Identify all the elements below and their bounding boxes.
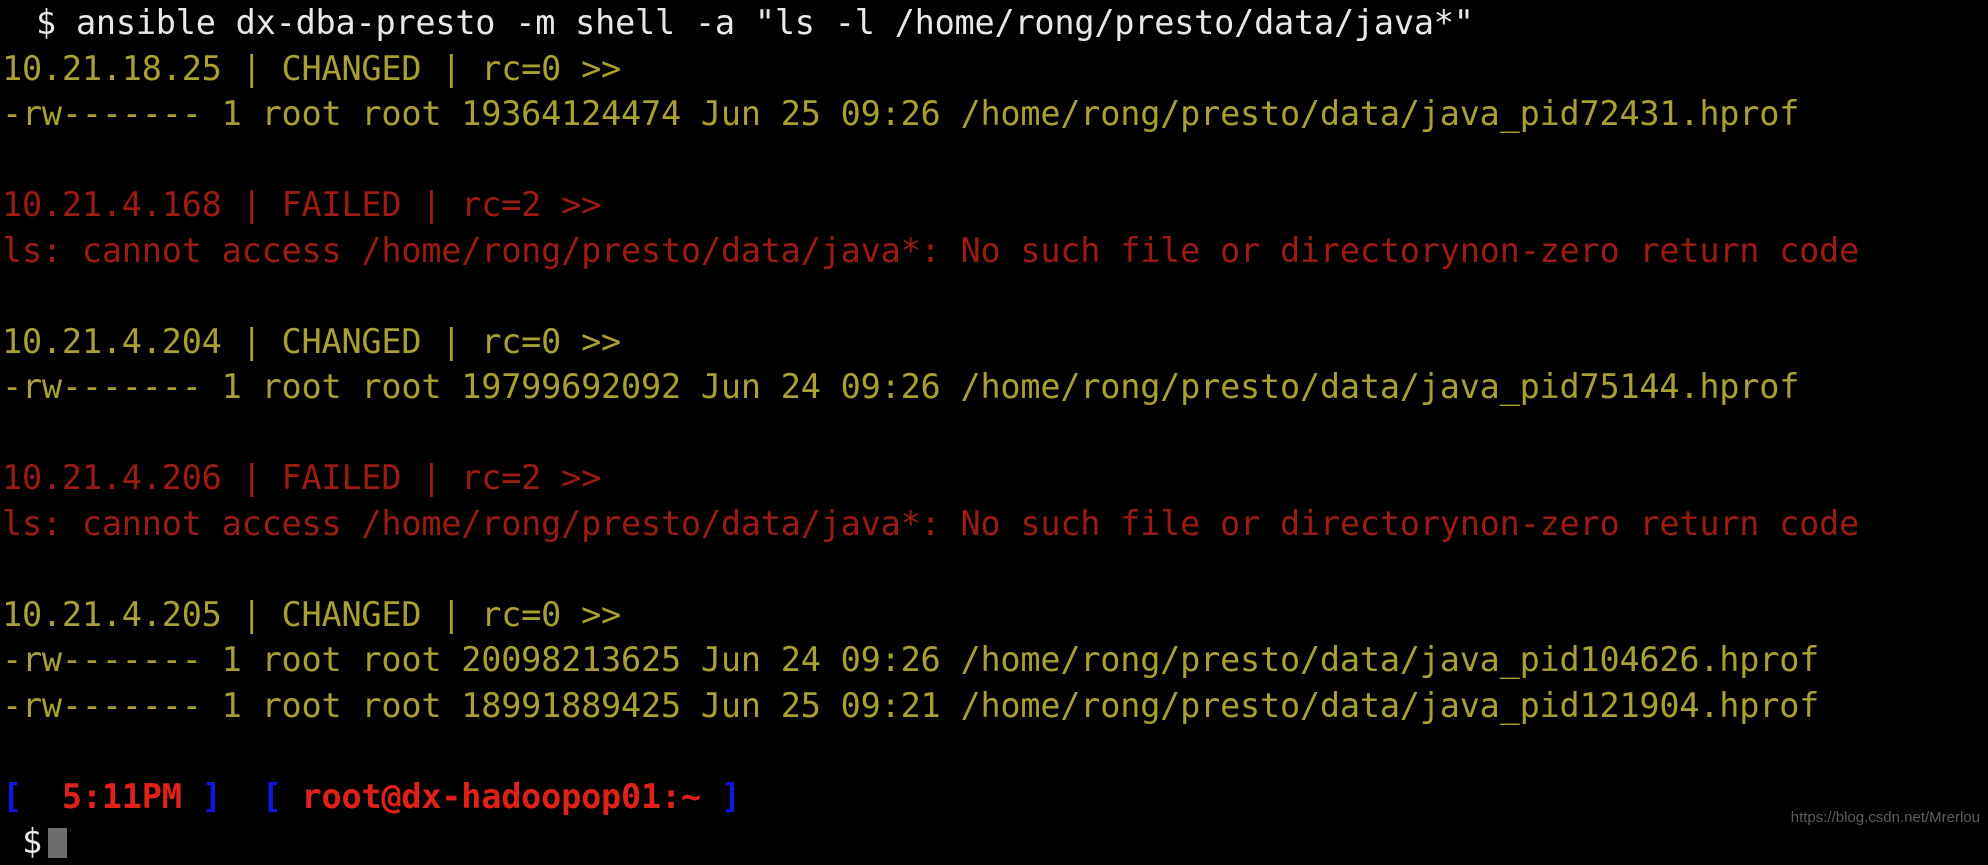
host-result-line: -rw------- 1 root root 20098213625 Jun 2…	[2, 640, 1820, 679]
command-input-line[interactable]: $	[0, 819, 1988, 865]
host-result-line: ls: cannot access /home/rong/presto/data…	[2, 503, 1860, 543]
prompt-time: 5:11PM	[61, 776, 182, 816]
prompt-close-bracket-2: ]	[720, 776, 741, 816]
prompt-open-bracket: [	[2, 776, 22, 816]
command-sigil: $	[36, 3, 56, 42]
prompt-close-bracket: ]	[201, 776, 222, 816]
shell-prompt: [ 5:11PM ] [ root@dx-hadoopop01:~ ]	[0, 774, 1988, 820]
host-result-header: 10.21.18.25 | CHANGED | rc=0 >>	[2, 48, 622, 88]
host-result-line: -rw------- 1 root root 18991889425 Jun 2…	[2, 685, 1820, 725]
watermark: https://blog.csdn.net/Mrerlou	[1790, 809, 1980, 826]
host-result-header: 10.21.4.204 | CHANGED | rc=0 >>	[2, 321, 622, 361]
terminal-window[interactable]: $ ansible dx-dba-presto -m shell -a "ls …	[0, 0, 1988, 861]
host-result-line: -rw------- 1 root root 19364124474 Jun 2…	[2, 94, 1800, 133]
host-result-line: ls: cannot access /home/rong/presto/data…	[2, 230, 1860, 270]
prompt-open-bracket-2: [	[261, 776, 282, 816]
prompt-sigil: $	[22, 822, 42, 861]
host-result-header: 10.21.4.206 | FAILED | rc=2 >>	[2, 458, 602, 497]
command-line: $ ansible dx-dba-presto -m shell -a "ls …	[0, 0, 1988, 46]
host-result-line: -rw------- 1 root root 19799692092 Jun 2…	[2, 367, 1800, 406]
command-text: ansible dx-dba-presto -m shell -a "ls -l…	[75, 3, 1474, 42]
text-cursor	[47, 828, 67, 858]
host-result-header: 10.21.4.205 | CHANGED | rc=0 >>	[2, 594, 622, 634]
host-result-header: 10.21.4.168 | FAILED | rc=2 >>	[2, 185, 602, 224]
prompt-user-host: root@dx-hadoopop01:~	[301, 776, 702, 816]
